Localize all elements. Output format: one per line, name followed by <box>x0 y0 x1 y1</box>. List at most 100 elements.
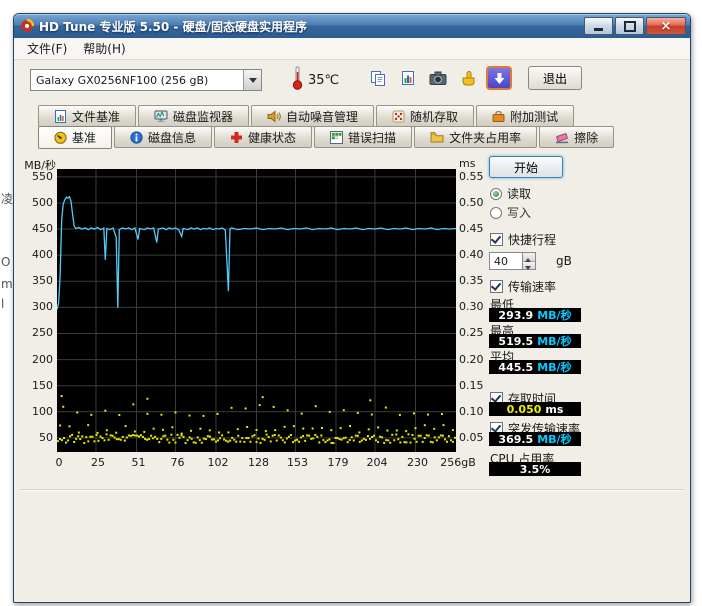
short-stroke-size-input[interactable]: 40 <box>489 252 523 270</box>
temperature-label: 35℃ <box>308 73 340 88</box>
menu-bar: 文件(F) 帮助(H) <box>14 38 690 60</box>
spin-up-button[interactable] <box>523 253 535 262</box>
tab-disk-info[interactable]: 磁盘信息 <box>114 126 213 148</box>
minimize-button[interactable] <box>584 17 613 35</box>
min-value: 293.9 MB/秒 <box>489 308 581 322</box>
tab-file-benchmark[interactable]: 文件基准 <box>38 105 137 127</box>
donate-button[interactable] <box>456 66 480 90</box>
device-select-value: Galaxy GX0256NF100 (256 gB) <box>36 73 209 87</box>
maximize-icon <box>623 20 636 32</box>
file-benchmark-icon <box>54 109 67 123</box>
x-axis-tick-label: 25 <box>90 456 105 469</box>
copy-text-button[interactable] <box>366 66 390 90</box>
title-bar: HD Tune 专业版 5.50 - 硬盘/固态硬盘实用程序 × <box>14 14 690 38</box>
close-button[interactable]: × <box>646 17 686 35</box>
screenshot-button[interactable] <box>426 66 450 90</box>
disk-monitor-icon <box>154 110 168 123</box>
toolbar-buttons <box>366 66 512 90</box>
spin-down-button[interactable] <box>523 261 535 269</box>
thermometer-icon <box>292 65 303 94</box>
write-radio[interactable]: 写入 <box>490 204 531 221</box>
hd-tune-window: HD Tune 专业版 5.50 - 硬盘/固态硬盘实用程序 × 文件(F) 帮助… <box>13 13 691 603</box>
benchmark-plot-svg <box>56 169 457 452</box>
short-stroke-size-value: 40 <box>494 254 508 268</box>
short-stroke-label: 快捷行程 <box>508 233 557 247</box>
tab-label: 磁盘监视器 <box>173 109 234 124</box>
tab-label: 基准 <box>72 131 97 145</box>
transfer-rate-checkbox[interactable]: 传输速率 <box>490 278 556 295</box>
x-axis-tick-label: 256gB <box>440 456 476 469</box>
x-axis-tick-label: 179 <box>327 456 349 469</box>
tab-row-bottom: 基准 磁盘信息 健康状态 错误扫描 文件夹占用率 擦除 <box>38 126 615 149</box>
cpu-usage-value: 3.5% <box>489 462 581 476</box>
tab-label: 错误扫描 <box>348 130 397 145</box>
update-button[interactable] <box>486 66 512 90</box>
noise-management-icon <box>267 110 281 123</box>
start-button[interactable]: 开始 <box>489 156 563 178</box>
maximize-button[interactable] <box>615 17 644 35</box>
radio-selected-icon[interactable] <box>490 187 502 200</box>
tab-folder-usage[interactable]: 文件夹占用率 <box>414 126 538 148</box>
menu-item-file[interactable]: 文件(F) <box>19 38 75 59</box>
x-axis-tick-label: 153 <box>286 456 308 469</box>
tab-benchmark[interactable]: 基准 <box>38 126 113 149</box>
close-icon: × <box>660 18 672 34</box>
benchmark-controls-panel: 开始 读取 写入 快捷行程 40 gB 传输速率 最低 293.9 MB/秒 最… <box>488 154 686 486</box>
tab-label: 文件基准 <box>72 109 121 124</box>
tab-label: 健康状态 <box>248 130 297 145</box>
random-access-icon <box>392 110 405 123</box>
tab-label: 擦除 <box>574 130 599 145</box>
window-title: HD Tune 专业版 5.50 - 硬盘/固态硬盘实用程序 <box>39 19 307 34</box>
exit-button[interactable]: 退出 <box>528 66 582 90</box>
benchmark-icon <box>54 131 67 144</box>
benchmark-plot-area <box>56 169 457 452</box>
tab-auto-acoustic-management[interactable]: 自动噪音管理 <box>251 105 375 127</box>
y-axis-left-tick-label: 100 <box>32 404 53 418</box>
device-select[interactable]: Galaxy GX0256NF100 (256 gB) <box>30 69 262 91</box>
tab-label: 自动噪音管理 <box>286 109 359 124</box>
read-radio-label: 读取 <box>507 187 532 201</box>
radio-unselected-icon[interactable] <box>490 206 502 219</box>
y-axis-left-tick-label: 550 <box>32 169 53 183</box>
copy-image-icon <box>400 70 417 87</box>
y-axis-left-tick-label: 50 <box>39 430 53 444</box>
y-axis-left-tick-label: 250 <box>32 326 53 340</box>
x-axis-tick-label: 204 <box>366 456 388 469</box>
camera-icon <box>429 70 448 86</box>
tab-erase[interactable]: 擦除 <box>539 126 615 148</box>
folder-usage-icon <box>430 131 444 143</box>
tab-label: 附加测试 <box>510 109 559 124</box>
short-stroke-checkbox[interactable]: 快捷行程 <box>490 231 556 248</box>
x-axis-tick-label: 230 <box>406 456 428 469</box>
y-axis-left-tick-label: 450 <box>32 222 53 236</box>
y-axis-left-tick-label: 400 <box>32 248 53 262</box>
x-axis-tick-label: 76 <box>170 456 185 469</box>
tab-health[interactable]: 健康状态 <box>214 126 313 148</box>
copy-text-icon <box>370 70 387 87</box>
copy-image-button[interactable] <box>396 66 420 90</box>
benchmark-chart: MB/秒 ms 550 0.55 500 0.50 450 0.45 400 0.40 350 0… <box>16 155 494 485</box>
tab-disk-monitor[interactable]: 磁盘监视器 <box>138 105 250 127</box>
tab-random-access[interactable]: 随机存取 <box>376 105 475 127</box>
extra-tests-icon <box>492 110 505 123</box>
checkbox-checked-icon[interactable] <box>490 233 503 246</box>
short-stroke-size: 40 gB <box>489 252 572 270</box>
checkbox-checked-icon[interactable] <box>490 280 503 293</box>
tab-extra-tests[interactable]: 附加测试 <box>476 105 575 127</box>
device-select-dropdown-button[interactable] <box>243 70 261 90</box>
menu-item-help[interactable]: 帮助(H) <box>75 38 133 59</box>
health-icon <box>230 131 243 144</box>
y-axis-right-unit: ms <box>459 157 476 170</box>
read-radio[interactable]: 读取 <box>490 185 531 202</box>
burst-rate-value: 369.5 MB/秒 <box>489 432 581 446</box>
y-axis-left-tick-label: 500 <box>32 195 53 209</box>
update-icon <box>493 72 506 85</box>
y-axis-left-tick-label: 350 <box>32 274 53 288</box>
disk-info-icon <box>130 130 143 144</box>
write-radio-label: 写入 <box>507 206 532 220</box>
tab-error-scan[interactable]: 错误扫描 <box>314 126 413 148</box>
error-scan-icon <box>330 130 344 144</box>
short-stroke-spinner <box>523 252 536 270</box>
y-axis-left-tick-label: 300 <box>32 300 53 314</box>
y-axis-left-tick-label: 150 <box>32 378 53 392</box>
